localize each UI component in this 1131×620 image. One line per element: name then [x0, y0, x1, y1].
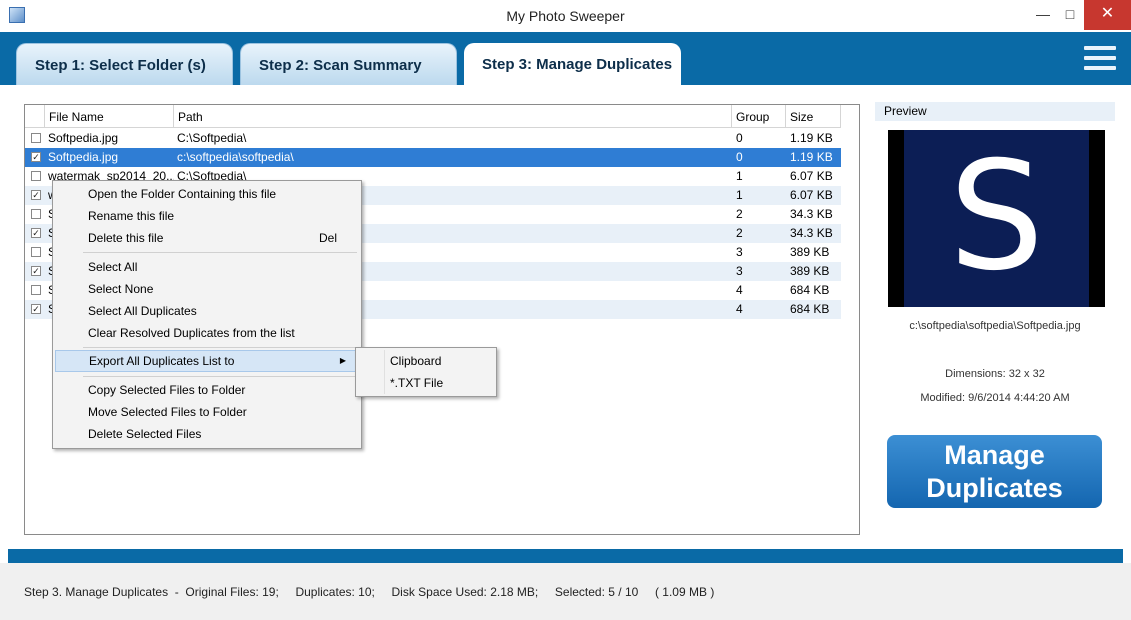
close-button[interactable]: ✕ [1084, 0, 1131, 30]
menu-delete-file-label: Delete this file [88, 231, 164, 245]
cell-group: 0 [736, 131, 743, 145]
preview-label: Preview [875, 102, 1115, 121]
row-checkbox[interactable]: ✓ [31, 266, 41, 276]
manage-button-line1: Manage [944, 440, 1045, 470]
row-checkbox[interactable] [31, 171, 41, 181]
cell-group: 3 [736, 245, 743, 259]
cell-group: 2 [736, 226, 743, 240]
tab-manage-duplicates[interactable]: Step 3: Manage Duplicates [464, 43, 681, 85]
menu-delete-selected[interactable]: Delete Selected Files [55, 423, 359, 445]
cell-size: 6.07 KB [790, 169, 833, 183]
row-checkbox[interactable] [31, 209, 41, 219]
cell-size: 34.3 KB [790, 207, 833, 221]
cell-group: 4 [736, 283, 743, 297]
cell-group: 2 [736, 207, 743, 221]
menu-separator [83, 347, 357, 348]
column-header-path[interactable]: Path [174, 105, 732, 128]
menu-separator [83, 252, 357, 253]
scrollbar-gutter [841, 105, 859, 534]
bottom-accent-bar [8, 549, 1123, 563]
menu-rename-file[interactable]: Rename this file [55, 205, 359, 227]
preview-image: S [888, 130, 1105, 307]
column-header-file-name[interactable]: File Name [45, 105, 174, 128]
cell-size: 34.3 KB [790, 226, 833, 240]
grid-header: File Name Path Group Size [25, 105, 859, 128]
status-bar: Step 3. Manage Duplicates - Original Fil… [0, 563, 1131, 620]
cell-size: 684 KB [790, 283, 830, 297]
preview-dimensions: Dimensions: 32 x 32 [945, 368, 1045, 380]
cell-group: 1 [736, 188, 743, 202]
cell-group: 4 [736, 302, 743, 316]
menu-select-all[interactable]: Select All [55, 256, 359, 278]
cell-file-name: Softpedia.jpg [48, 131, 119, 145]
export-submenu: Clipboard *.TXT File [355, 347, 497, 397]
manage-button-line2: Duplicates [926, 473, 1063, 503]
menu-open-folder[interactable]: Open the Folder Containing this file [55, 183, 359, 205]
table-row[interactable]: Softpedia.jpg C:\Softpedia\ 0 1.19 KB [25, 129, 841, 148]
menu-select-none[interactable]: Select None [55, 278, 359, 300]
cell-group: 3 [736, 264, 743, 278]
context-menu: Open the Folder Containing this file Ren… [52, 180, 362, 449]
submenu-txt-file[interactable]: *.TXT File [358, 372, 494, 394]
cell-group: 1 [736, 169, 743, 183]
menu-select-all-duplicates[interactable]: Select All Duplicates [55, 300, 359, 322]
cell-size: 6.07 KB [790, 188, 833, 202]
row-checkbox[interactable] [31, 285, 41, 295]
cell-path: C:\Softpedia\ [177, 131, 247, 145]
column-header-check [25, 105, 45, 128]
cell-file-name: Softpedia.jpg [48, 150, 119, 164]
menu-move-selected[interactable]: Move Selected Files to Folder [55, 401, 359, 423]
tab-select-folder[interactable]: Step 1: Select Folder (s) [16, 43, 233, 85]
title-bar: My Photo Sweeper — □ ✕ [0, 0, 1131, 32]
menu-copy-selected[interactable]: Copy Selected Files to Folder [55, 379, 359, 401]
window-title: My Photo Sweeper [506, 8, 625, 24]
menu-clear-resolved[interactable]: Clear Resolved Duplicates from the list [55, 322, 359, 344]
status-text: Step 3. Manage Duplicates - Original Fil… [24, 585, 715, 599]
cell-size: 1.19 KB [790, 131, 833, 145]
minimize-button[interactable]: — [1029, 0, 1057, 30]
cell-group: 0 [736, 150, 743, 164]
menu-export-label: Export All Duplicates List to [89, 354, 235, 368]
header-band: Step 1: Select Folder (s) Step 2: Scan S… [0, 32, 1131, 85]
row-checkbox[interactable]: ✓ [31, 152, 41, 162]
column-header-group[interactable]: Group [732, 105, 786, 128]
manage-duplicates-button[interactable]: Manage Duplicates [887, 435, 1102, 508]
preview-image-letter: S [904, 130, 1089, 307]
maximize-button[interactable]: □ [1056, 0, 1084, 30]
cell-path: c:\softpedia\softpedia\ [177, 150, 294, 164]
table-row[interactable]: ✓ Softpedia.jpg c:\softpedia\softpedia\ 0 1.… [25, 148, 841, 167]
hamburger-menu-icon[interactable] [1084, 46, 1116, 72]
preview-modified: Modified: 9/6/2014 4:44:20 AM [920, 392, 1070, 404]
row-checkbox[interactable]: ✓ [31, 190, 41, 200]
row-checkbox[interactable] [31, 247, 41, 257]
row-checkbox[interactable] [31, 133, 41, 143]
menu-delete-shortcut: Del [318, 231, 337, 245]
menu-delete-file[interactable]: Delete this file Del [55, 227, 359, 249]
cell-size: 684 KB [790, 302, 830, 316]
submenu-arrow-icon: ▶ [339, 356, 346, 365]
row-checkbox[interactable]: ✓ [31, 228, 41, 238]
preview-path: c:\softpedia\softpedia\Softpedia.jpg [909, 320, 1081, 332]
cell-size: 389 KB [790, 245, 830, 259]
cell-size: 389 KB [790, 264, 830, 278]
menu-export-list[interactable]: Export All Duplicates List to ▶ [55, 350, 359, 372]
tab-scan-summary[interactable]: Step 2: Scan Summary [240, 43, 457, 85]
column-header-size[interactable]: Size [786, 105, 841, 128]
menu-separator [83, 376, 357, 377]
cell-size: 1.19 KB [790, 150, 833, 164]
submenu-clipboard[interactable]: Clipboard [358, 350, 494, 372]
row-checkbox[interactable]: ✓ [31, 304, 41, 314]
